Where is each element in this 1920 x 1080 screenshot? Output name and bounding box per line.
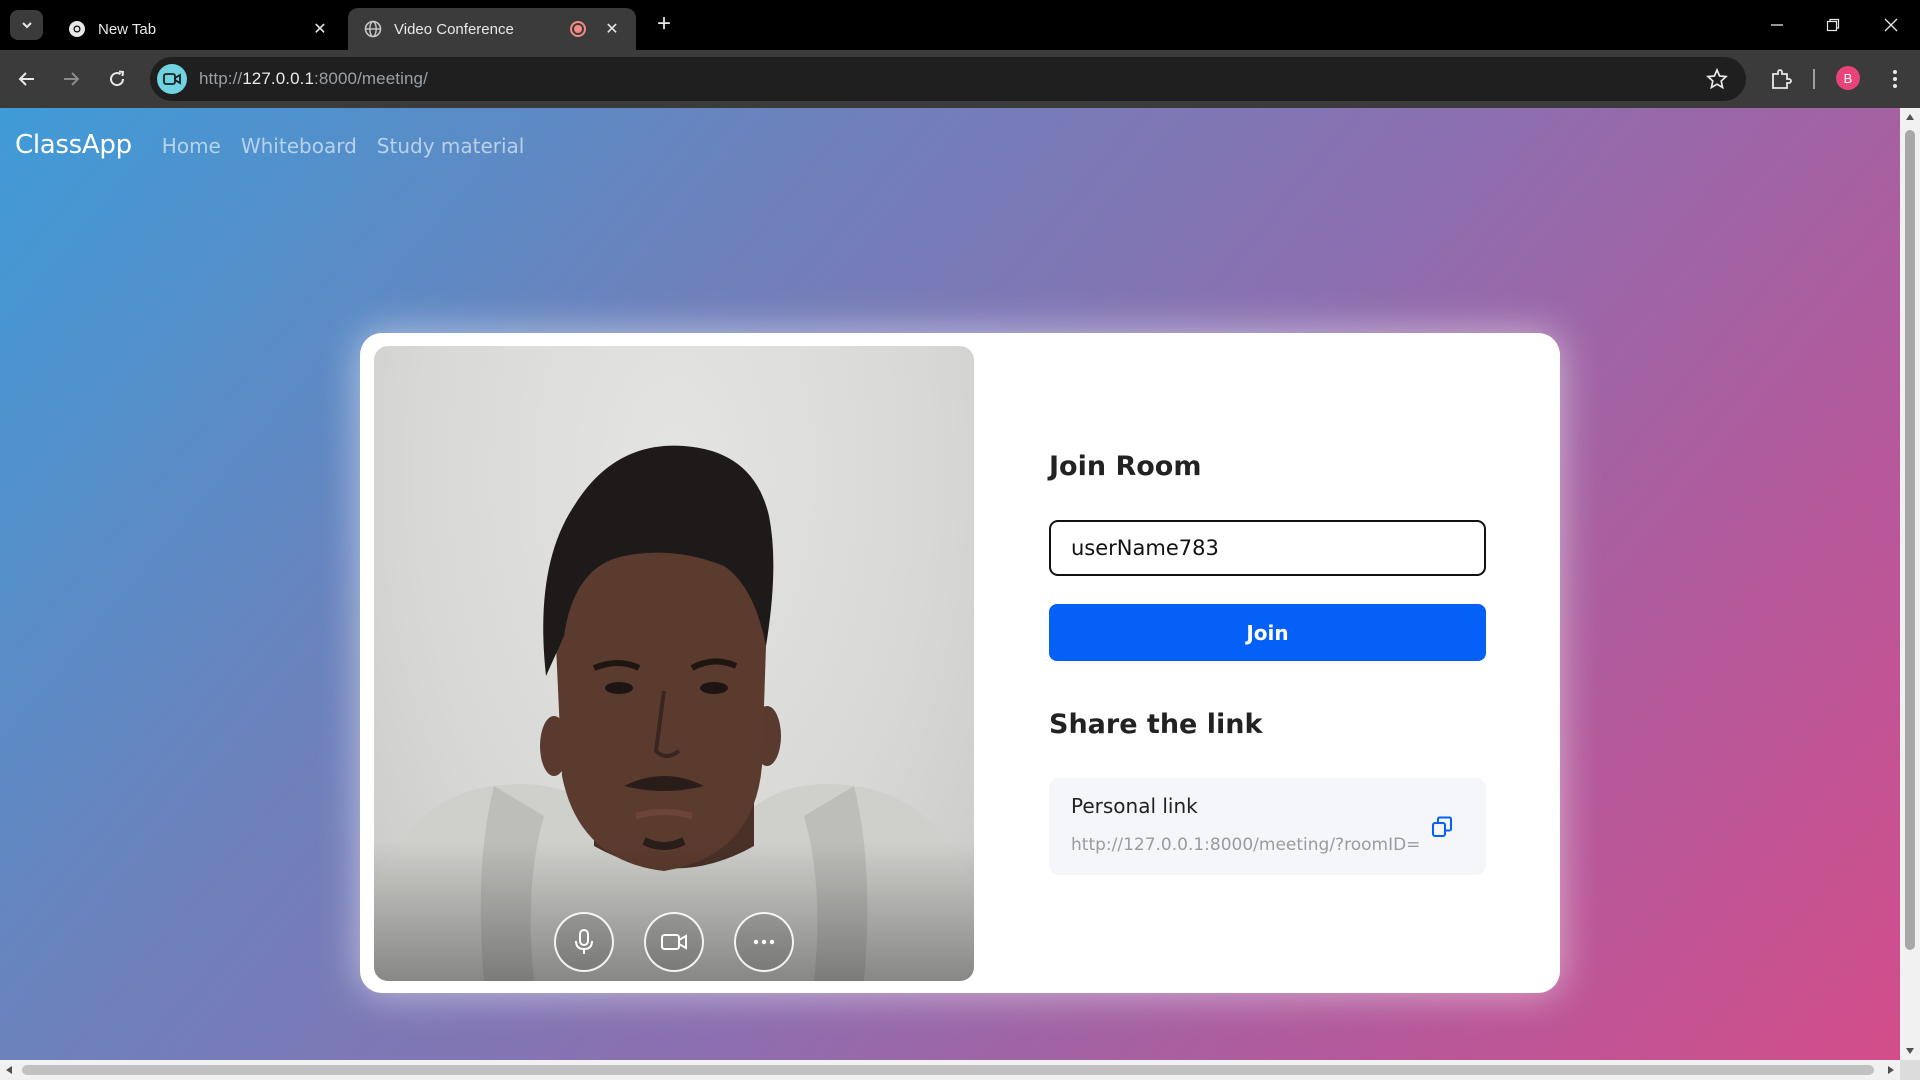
close-icon[interactable]: ✕ [310, 19, 330, 39]
vertical-scroll-thumb[interactable] [1905, 130, 1915, 950]
vertical-scrollbar[interactable] [1900, 108, 1920, 1060]
tab-title: Video Conference [394, 20, 514, 38]
puzzle-icon [1772, 69, 1792, 89]
chevron-down-icon [21, 22, 32, 29]
minimize-button[interactable] [1762, 10, 1792, 40]
new-tab-button[interactable]: + [652, 12, 676, 36]
join-button[interactable]: Join [1049, 604, 1486, 661]
horizontal-scroll-thumb[interactable] [22, 1065, 1874, 1075]
horizontal-scrollbar[interactable] [0, 1060, 1900, 1080]
toolbar-divider [1813, 69, 1815, 89]
url-host: 127.0.0.1 [242, 69, 315, 88]
browser-toolbar: http://127.0.0.1:8000/meeting/ [0, 50, 1920, 108]
url-text: http://127.0.0.1:8000/meeting/ [199, 69, 428, 89]
share-link-heading: Share the link [1049, 709, 1263, 740]
minimize-icon [1771, 24, 1783, 26]
kebab-menu-icon [1893, 70, 1897, 88]
tab-search-button[interactable] [10, 10, 43, 40]
username-input[interactable] [1049, 520, 1486, 576]
more-options-icon [753, 939, 775, 945]
arrow-left-icon [18, 72, 34, 86]
toggle-camera-button[interactable] [644, 912, 704, 972]
reload-button[interactable] [102, 64, 132, 94]
video-camera-icon [661, 934, 687, 950]
nav-link-study-material[interactable]: Study material [377, 134, 525, 158]
reload-icon [110, 70, 125, 87]
close-window-button[interactable] [1876, 10, 1906, 40]
tab-strip: New Tab ✕ Video Conference ✕ + [0, 0, 1920, 50]
url-scheme: http:// [199, 69, 243, 88]
forward-button[interactable] [56, 64, 86, 94]
scroll-right-icon[interactable] [1888, 1066, 1894, 1074]
copy-icon [1432, 816, 1452, 837]
tab-title: New Tab [98, 20, 157, 38]
personal-link-label: Personal link [1071, 794, 1198, 818]
nav-link-home[interactable]: Home [162, 134, 221, 158]
address-bar[interactable]: http://127.0.0.1:8000/meeting/ [150, 57, 1746, 101]
globe-icon [364, 20, 382, 38]
arrow-right-icon [64, 72, 80, 86]
join-room-card: Join Room Join Share the link Personal l… [360, 333, 1560, 993]
tab-video-conference[interactable]: Video Conference ✕ [348, 8, 636, 50]
bookmark-star-icon[interactable] [1706, 67, 1728, 90]
restore-button[interactable] [1818, 10, 1848, 40]
nav-link-whiteboard[interactable]: Whiteboard [241, 134, 357, 158]
tab-new-tab[interactable]: New Tab ✕ [52, 8, 344, 50]
brand-logo[interactable]: ClassApp [15, 130, 132, 160]
microphone-icon [575, 929, 593, 954]
site-navbar: ClassApp Home Whiteboard Study material [15, 130, 524, 170]
extensions-button[interactable] [1766, 64, 1796, 94]
back-button[interactable] [12, 64, 42, 94]
local-video-preview [374, 346, 974, 981]
camera-in-use-icon[interactable] [157, 64, 187, 94]
mute-microphone-button[interactable] [554, 912, 614, 972]
scroll-down-icon[interactable] [1906, 1048, 1914, 1054]
close-icon[interactable]: ✕ [602, 19, 622, 39]
join-room-heading: Join Room [1049, 451, 1202, 482]
page-viewport: ClassApp Home Whiteboard Study material [0, 108, 1900, 1060]
scrollbar-corner [1900, 1060, 1920, 1080]
more-options-button[interactable] [734, 912, 794, 972]
personal-link-url: http://127.0.0.1:8000/meeting/?roomID= [1071, 835, 1421, 855]
restore-icon [1826, 18, 1840, 32]
browser-menu-button[interactable] [1880, 64, 1910, 94]
url-path: :8000/meeting/ [314, 69, 428, 88]
chrome-icon [68, 20, 86, 38]
recording-icon [570, 21, 586, 37]
scroll-left-icon[interactable] [6, 1066, 12, 1074]
copy-link-button[interactable] [1429, 814, 1455, 840]
close-icon [1884, 18, 1898, 32]
personal-link-box: Personal link http://127.0.0.1:8000/meet… [1049, 778, 1486, 875]
profile-avatar[interactable]: B [1836, 66, 1860, 90]
scroll-up-icon[interactable] [1906, 114, 1914, 120]
